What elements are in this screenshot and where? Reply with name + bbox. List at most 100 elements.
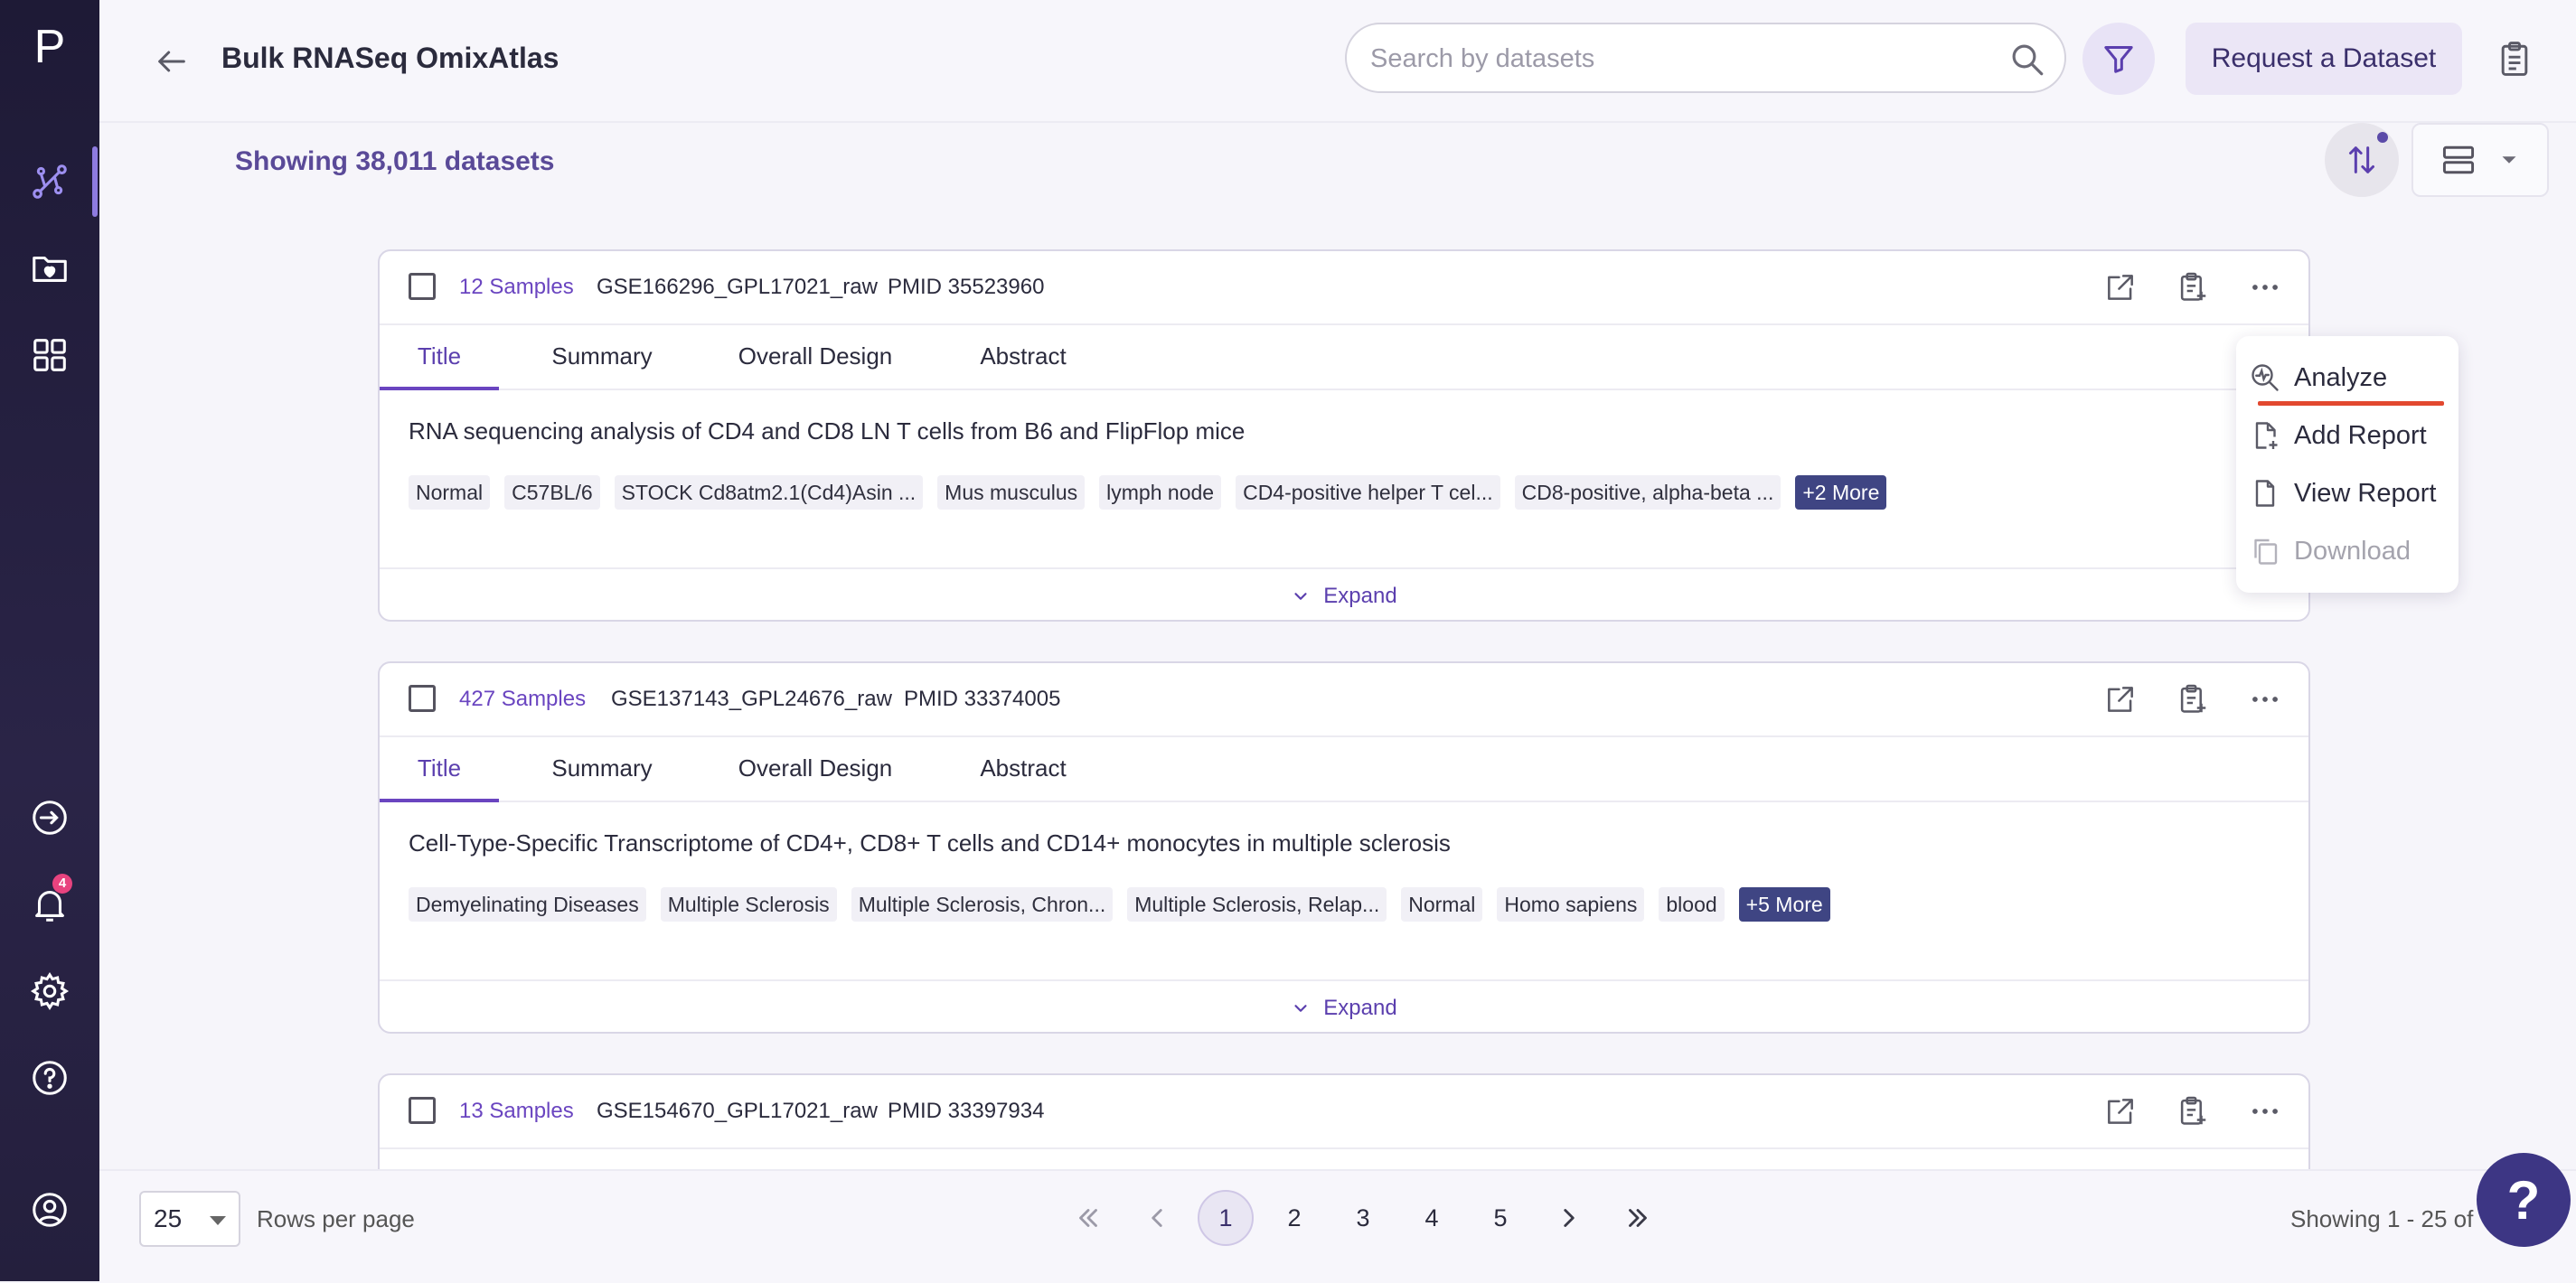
open-external-icon[interactable] <box>2099 678 2142 721</box>
back-arrow-icon[interactable] <box>150 40 193 83</box>
page-button-4[interactable]: 4 <box>1404 1190 1460 1246</box>
menu-item-label: Download <box>2294 536 2411 566</box>
tab-abstract[interactable]: Abstract <box>940 325 1106 387</box>
tag-chip: CD4-positive helper T cel... <box>1236 475 1500 510</box>
dataset-id: GSE137143_GPL24676_raw <box>611 687 892 711</box>
showing-range-label: Showing 1 - 25 of <box>2290 1205 2474 1232</box>
dataset-tabs: Title Summary Overall Design Abstract <box>380 325 2308 390</box>
search-box <box>1345 23 2066 93</box>
nav-favorites-folder-icon[interactable] <box>0 237 99 300</box>
chevron-right-icon <box>1564 1209 1575 1227</box>
dataset-card: 13 Samples GSE154670_GPL17021_raw PMID 3… <box>378 1073 2310 1169</box>
pagination-footer: 25 Rows per page 1 2 3 4 5 Showing 1 - 2… <box>99 1169 2576 1283</box>
tab-title[interactable]: Title <box>380 325 499 390</box>
tag-chip: Demyelinating Diseases <box>409 887 646 922</box>
tag-chip: Multiple Sclerosis, Chron... <box>851 887 1114 922</box>
add-to-clipboard-icon[interactable] <box>2171 266 2214 309</box>
page-button-5[interactable]: 5 <box>1472 1190 1528 1246</box>
more-options-icon[interactable] <box>2243 678 2287 721</box>
nav-active-indicator <box>92 146 98 217</box>
expand-label: Expand <box>1323 996 1397 1020</box>
chevron-left-icon <box>1152 1209 1162 1227</box>
menu-item-add-report[interactable]: Add Report <box>2249 412 2449 459</box>
dataset-card-body: RNA sequencing analysis of CD4 and CD8 L… <box>380 390 2308 569</box>
add-to-clipboard-icon[interactable] <box>2171 678 2214 721</box>
first-page-button[interactable] <box>1060 1190 1116 1246</box>
expand-button[interactable]: Expand <box>380 981 2308 1035</box>
help-chat-button[interactable]: ? <box>2477 1153 2571 1247</box>
menu-item-label: Add Report <box>2294 420 2427 450</box>
nav-help-icon[interactable] <box>0 1046 99 1110</box>
rows-per-page-select[interactable]: 25 <box>139 1191 240 1247</box>
dataset-select-checkbox[interactable] <box>409 685 436 712</box>
download-icon <box>2254 538 2278 565</box>
page-button-1[interactable]: 1 <box>1198 1190 1254 1246</box>
more-options-icon[interactable] <box>2243 266 2287 309</box>
chevron-down-icon <box>1294 593 1307 600</box>
next-page-button[interactable] <box>1541 1190 1597 1246</box>
double-chevron-right-icon <box>1629 1209 1647 1227</box>
view-report-icon <box>2255 480 2275 507</box>
page-title: Bulk RNASeq OmixAtlas <box>221 42 559 74</box>
dataset-select-checkbox[interactable] <box>409 1097 436 1124</box>
dataset-actions-menu: Analyze Add Report View Report Download <box>2236 336 2458 593</box>
page-button-3[interactable]: 3 <box>1335 1190 1391 1246</box>
dataset-select-checkbox[interactable] <box>409 273 436 300</box>
filter-button[interactable] <box>2082 23 2155 95</box>
more-tags-button[interactable]: +5 More <box>1738 887 1830 922</box>
dataset-list: 12 Samples GSE166296_GPL17021_raw PMID 3… <box>99 123 2576 1169</box>
expand-label: Expand <box>1323 584 1397 608</box>
tab-abstract[interactable]: Abstract <box>940 737 1106 799</box>
dataset-card-header: 12 Samples GSE166296_GPL17021_raw PMID 3… <box>380 251 2308 325</box>
app-logo[interactable]: P <box>0 20 99 74</box>
menu-item-label: Analyze <box>2294 362 2388 392</box>
search-icon[interactable] <box>2008 41 2046 79</box>
more-options-icon[interactable] <box>2243 1090 2287 1133</box>
nav-omixatlas-icon[interactable] <box>0 150 99 213</box>
tab-summary[interactable]: Summary <box>526 737 678 799</box>
nav-settings-gear-icon[interactable] <box>0 960 99 1023</box>
pager: 1 2 3 4 5 <box>1054 1189 1672 1247</box>
dataset-id: GSE166296_GPL17021_raw <box>597 275 878 299</box>
samples-count-link[interactable]: 13 Samples <box>459 1099 574 1124</box>
more-tags-button[interactable]: +2 More <box>1795 475 1887 510</box>
menu-item-analyze[interactable]: Analyze <box>2249 354 2449 401</box>
tab-overall-design[interactable]: Overall Design <box>707 737 924 799</box>
dataset-tabs: Title Summary Overall Design Abstract <box>380 737 2308 802</box>
menu-item-download[interactable]: Download <box>2249 528 2449 575</box>
rows-per-page-label: Rows per page <box>257 1205 415 1232</box>
add-to-clipboard-icon[interactable] <box>2171 1090 2214 1133</box>
request-dataset-button[interactable]: Request a Dataset <box>2186 23 2462 95</box>
nav-apps-grid-icon[interactable] <box>0 323 99 387</box>
tag-list: Normal C57BL/6 STOCK Cd8atm2.1(Cd4)Asin … <box>409 475 1887 510</box>
previous-page-button[interactable] <box>1129 1190 1185 1246</box>
page-button-2[interactable]: 2 <box>1266 1190 1322 1246</box>
samples-count-link[interactable]: 427 Samples <box>459 687 586 712</box>
left-nav-rail: P 4 <box>0 0 99 1281</box>
question-mark-icon: ? <box>2506 1169 2541 1231</box>
open-external-icon[interactable] <box>2099 266 2142 309</box>
tag-chip: CD8-positive, alpha-beta ... <box>1514 475 1782 510</box>
tag-chip: lymph node <box>1099 475 1222 510</box>
samples-count-link[interactable]: 12 Samples <box>459 275 574 300</box>
analyze-icon <box>2252 364 2279 391</box>
clipboard-icon[interactable] <box>2487 32 2542 86</box>
tag-chip: blood <box>1659 887 1725 922</box>
tab-summary[interactable]: Summary <box>526 325 678 387</box>
dataset-card-body: Cell-Type-Specific Transcriptome of CD4+… <box>380 802 2308 981</box>
nav-login-icon[interactable] <box>0 786 99 849</box>
nav-user-profile-icon[interactable] <box>0 1178 99 1241</box>
tab-overall-design[interactable]: Overall Design <box>707 325 924 387</box>
open-external-icon[interactable] <box>2099 1090 2142 1133</box>
menu-item-view-report[interactable]: View Report <box>2249 470 2449 517</box>
tag-chip: Multiple Sclerosis, Relap... <box>1127 887 1387 922</box>
dataset-pmid: PMID 35523960 <box>888 275 1045 299</box>
tab-title[interactable]: Title <box>380 737 499 802</box>
last-page-button[interactable] <box>1610 1190 1666 1246</box>
chevron-down-icon <box>1294 1005 1307 1012</box>
dataset-card-header: 13 Samples GSE154670_GPL17021_raw PMID 3… <box>380 1075 2308 1149</box>
tag-chip: C57BL/6 <box>504 475 600 510</box>
nav-notifications-bell-icon[interactable] <box>0 873 99 936</box>
expand-button[interactable]: Expand <box>380 569 2308 623</box>
search-input[interactable] <box>1368 37 1987 80</box>
